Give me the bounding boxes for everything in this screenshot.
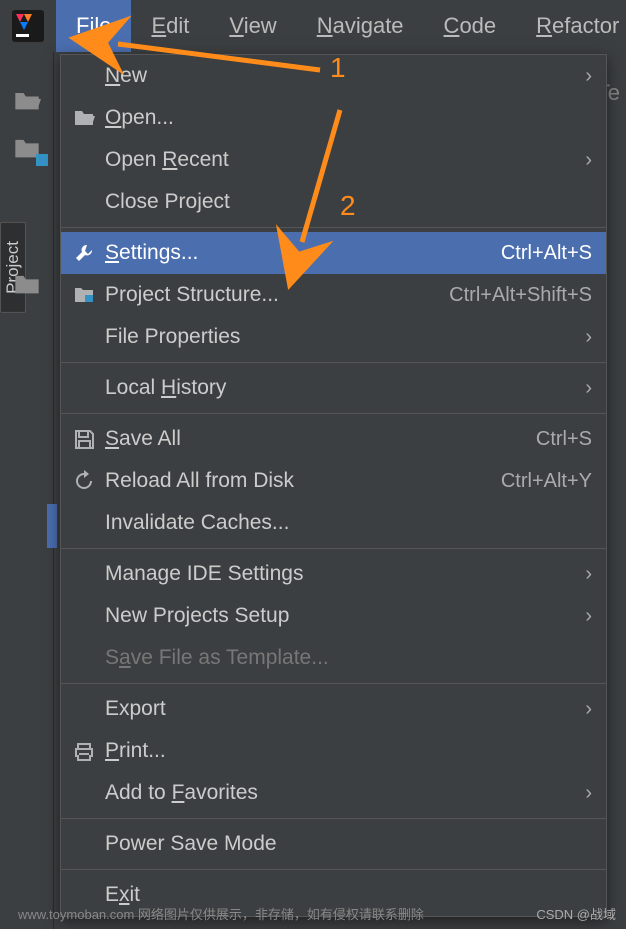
menu-save-file-as-template: Save File as Template... — [61, 637, 606, 679]
chevron-right-icon: › — [585, 149, 592, 172]
menu-label: File Properties — [101, 325, 575, 349]
menu-add-to-favorites[interactable]: Add to Favorites › — [61, 772, 606, 814]
menu-label: Add to Favorites — [101, 781, 575, 805]
watermark-right: CSDN @战域 — [536, 904, 616, 923]
menu-new-projects-setup[interactable]: New Projects Setup › — [61, 595, 606, 637]
menu-export[interactable]: Export › — [61, 688, 606, 730]
watermark-left: www.toymoban.com 网络图片仅供展示，非存储，如有侵权请联系删除 — [18, 904, 424, 923]
menu-label: Open... — [101, 106, 592, 130]
menu-label: Reload All from Disk — [101, 469, 501, 493]
menu-new[interactable]: New › — [61, 55, 606, 97]
menu-label: Local History — [101, 376, 575, 400]
menu-shortcut: Ctrl+Alt+S — [501, 242, 592, 265]
menu-label: Power Save Mode — [101, 832, 592, 856]
menubar-code[interactable]: Code — [424, 0, 517, 52]
menubar-file[interactable]: File — [56, 0, 131, 52]
left-toolbar: Project — [0, 52, 54, 929]
menu-label: Close Project — [101, 190, 592, 214]
print-icon — [67, 740, 101, 762]
open-folder-icon[interactable] — [0, 78, 54, 122]
menu-label: Save All — [101, 427, 536, 451]
menu-label: Open Recent — [101, 148, 575, 172]
menu-separator — [61, 683, 606, 684]
menubar-refactor[interactable]: Refactor — [516, 0, 626, 52]
menu-close-project[interactable]: Close Project — [61, 181, 606, 223]
wrench-icon — [67, 242, 101, 264]
menu-shortcut: Ctrl+Alt+Y — [501, 470, 592, 493]
menu-label: Export — [101, 697, 575, 721]
menu-shortcut: Ctrl+S — [536, 428, 592, 451]
structure-icon — [67, 284, 101, 306]
menu-label: Settings... — [101, 241, 501, 265]
menu-invalidate-caches[interactable]: Invalidate Caches... — [61, 502, 606, 544]
menu-settings[interactable]: Settings...Ctrl+Alt+S — [61, 232, 606, 274]
selection-indicator — [47, 504, 57, 548]
menu-separator — [61, 548, 606, 549]
menu-print[interactable]: Print... — [61, 730, 606, 772]
menu-separator — [61, 869, 606, 870]
chevron-right-icon: › — [585, 65, 592, 88]
menu-label: Print... — [101, 739, 592, 763]
menu-label: New — [101, 64, 575, 88]
app-logo — [10, 6, 46, 46]
chevron-right-icon: › — [585, 326, 592, 349]
menu-label: Save File as Template... — [101, 646, 592, 670]
menu-open[interactable]: Open... — [61, 97, 606, 139]
menu-save-all[interactable]: Save AllCtrl+S — [61, 418, 606, 460]
menu-reload-all-from-disk[interactable]: Reload All from DiskCtrl+Alt+Y — [61, 460, 606, 502]
menu-separator — [61, 818, 606, 819]
menu-separator — [61, 413, 606, 414]
menu-separator — [61, 227, 606, 228]
chevron-right-icon: › — [585, 698, 592, 721]
menubar: FileEditViewNavigateCodeRefactor — [0, 0, 626, 52]
menubar-view[interactable]: View — [209, 0, 296, 52]
reload-icon — [67, 470, 101, 492]
chevron-right-icon: › — [585, 605, 592, 628]
chevron-right-icon: › — [585, 563, 592, 586]
menu-manage-ide-settings[interactable]: Manage IDE Settings › — [61, 553, 606, 595]
menu-file-properties[interactable]: File Properties › — [61, 316, 606, 358]
menu-open-recent[interactable]: Open Recent › — [61, 139, 606, 181]
menubar-navigate[interactable]: Navigate — [297, 0, 424, 52]
menu-project-structure[interactable]: Project Structure...Ctrl+Alt+Shift+S — [61, 274, 606, 316]
menu-label: Invalidate Caches... — [101, 511, 592, 535]
chevron-right-icon: › — [585, 782, 592, 805]
chevron-right-icon: › — [585, 377, 592, 400]
folder-icon[interactable] — [0, 262, 54, 306]
menubar-edit[interactable]: Edit — [131, 0, 209, 52]
folder-icon — [67, 107, 101, 129]
menu-shortcut: Ctrl+Alt+Shift+S — [449, 284, 592, 307]
menu-local-history[interactable]: Local History › — [61, 367, 606, 409]
project-folder-icon[interactable] — [0, 126, 54, 170]
menu-power-save-mode[interactable]: Power Save Mode — [61, 823, 606, 865]
save-icon — [67, 428, 101, 450]
menu-label: Manage IDE Settings — [101, 562, 575, 586]
menu-label: New Projects Setup — [101, 604, 575, 628]
menu-separator — [61, 362, 606, 363]
menu-label: Project Structure... — [101, 283, 449, 307]
file-menu-dropdown: New › Open... Open Recent › Close Project Sett… — [60, 54, 607, 917]
